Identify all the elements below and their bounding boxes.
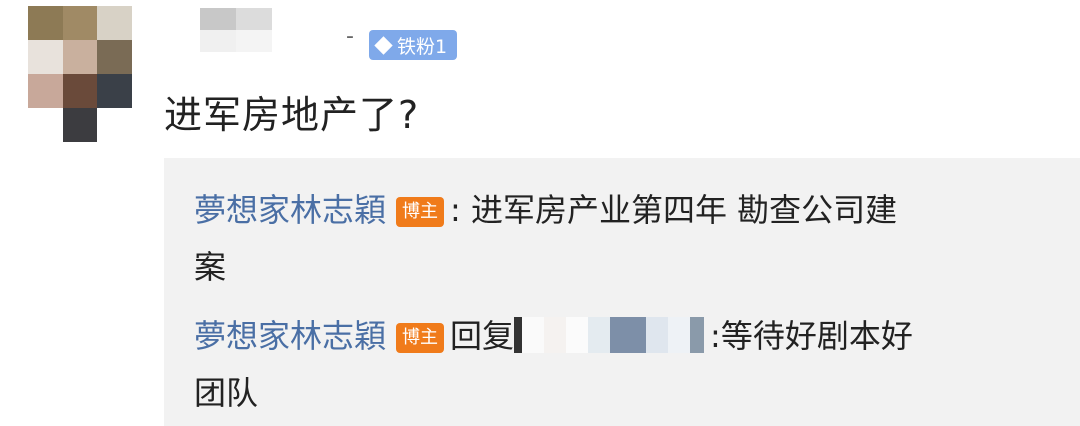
avatar-tile	[28, 74, 63, 108]
avatar-tile	[62, 74, 98, 108]
reply-author[interactable]: 夢想家林志穎	[194, 317, 386, 355]
replied-user-redacted[interactable]	[514, 317, 705, 353]
reply-text-cont: 案	[194, 248, 227, 286]
reply-item[interactable]: 夢想家林志穎 博主 回复 :等待好剧本好 团队	[194, 308, 1034, 422]
avatar-tile	[28, 6, 63, 40]
avatar-tile	[28, 40, 63, 74]
blogger-badge: 博主	[396, 323, 445, 353]
reply-author[interactable]: 夢想家林志穎	[194, 191, 386, 229]
username-tile	[200, 30, 236, 52]
reply-text-cont: 团队	[194, 374, 259, 412]
mosaic-tile	[522, 317, 545, 353]
reply-text: :等待好剧本好	[710, 317, 913, 355]
avatar-tile	[62, 40, 98, 74]
avatar-tile	[97, 108, 132, 142]
mosaic-tile	[544, 317, 567, 353]
avatar-tile	[97, 40, 132, 74]
mosaic-tile	[668, 317, 691, 353]
mosaic-tile	[588, 317, 611, 353]
separator: -	[346, 24, 354, 49]
avatar-tile	[28, 108, 63, 142]
diamond-icon	[374, 35, 393, 55]
fan-badge-label: 铁粉1	[397, 35, 448, 58]
username-tile	[236, 30, 272, 52]
comment-text: 进军房地产了?	[164, 93, 420, 137]
username-redacted[interactable]	[200, 8, 272, 52]
avatar-tile	[97, 6, 132, 40]
avatar[interactable]	[28, 6, 132, 142]
mosaic-tile	[690, 317, 705, 353]
fan-level-badge[interactable]: 铁粉1	[369, 30, 458, 60]
reply-list: 夢想家林志穎 博主: 进军房产业第四年 勘查公司建 案 夢想家林志穎 博主 回复:等待…	[164, 158, 1080, 426]
reply-item[interactable]: 夢想家林志穎 博主: 进军房产业第四年 勘查公司建 案	[194, 182, 1034, 296]
avatar-tile	[62, 6, 98, 40]
blogger-badge: 博主	[396, 197, 445, 227]
mosaic-tile	[514, 317, 523, 353]
reply-text: : 进军房产业第四年 勘查公司建	[450, 191, 898, 229]
mosaic-tile	[566, 317, 589, 353]
mosaic-tile	[610, 317, 647, 353]
avatar-tile	[62, 108, 98, 142]
avatar-tile	[97, 74, 132, 108]
username-tile	[236, 8, 272, 30]
comment-header: - 铁粉1	[164, 8, 484, 60]
reply-prefix: 回复	[450, 317, 515, 355]
username-tile	[200, 8, 236, 30]
mosaic-tile	[646, 317, 669, 353]
